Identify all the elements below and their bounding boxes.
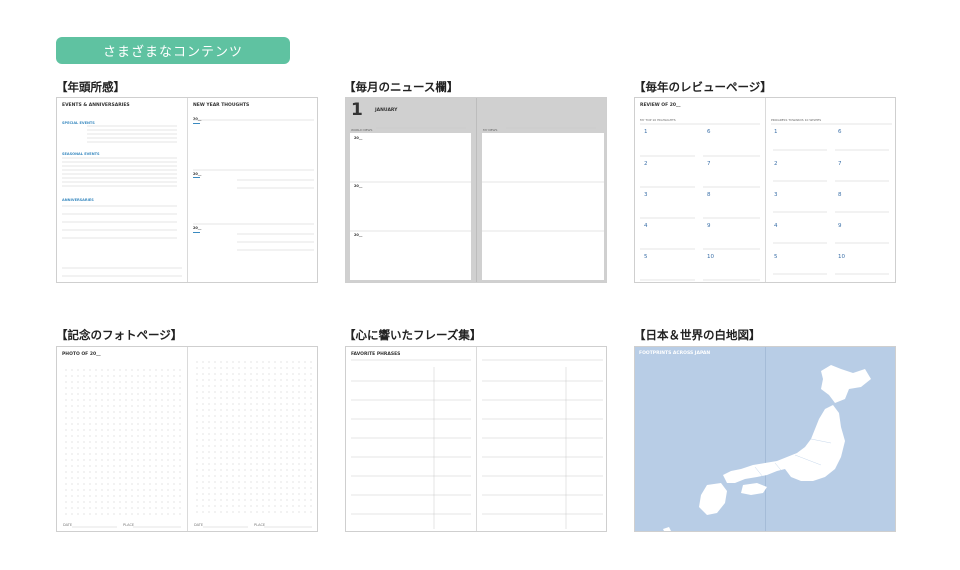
caption-white-map: 【日本＆世界の白地図】: [634, 328, 761, 342]
caption-monthly-news: 【毎月のニュース欄】: [344, 80, 459, 94]
thumb-phrases: FAVORITE PHRASES: [345, 346, 607, 532]
japan-map-icon: [663, 365, 871, 531]
caption-phrases: 【心に響いたフレーズ集】: [344, 328, 482, 342]
caption-new-year: 【年頭所感】: [56, 80, 125, 94]
t5-lines: [351, 359, 603, 529]
thumb-new-year: EVENTS & ANNIVERSARIES SPECIAL EVENTS SE…: [56, 97, 318, 283]
t1-lines: [62, 119, 314, 277]
thumb-photo-page: PHOTO OF 20__ DATE PLACE DATE PLACE: [56, 346, 318, 532]
t4-lines: [72, 526, 312, 528]
caption-photo-page: 【記念のフォトページ】: [56, 328, 183, 342]
t2-lines: [350, 127, 604, 232]
thumb-monthly-news: 1 JANUARY WORLD NEWS MY NEWS 20__ 20__ 2…: [345, 97, 607, 283]
t3-lines: [640, 123, 892, 281]
thumb-yearly-review: REVIEW OF 20__ MY TOP 10 HIGHLIGHTS PROG…: [634, 97, 896, 283]
contents-banner: さまざまなコンテンツ: [56, 37, 290, 64]
thumb-white-map: FOOTPRINTS ACROSS JAPAN: [634, 346, 896, 532]
caption-yearly-review: 【毎年のレビューページ】: [634, 80, 772, 94]
